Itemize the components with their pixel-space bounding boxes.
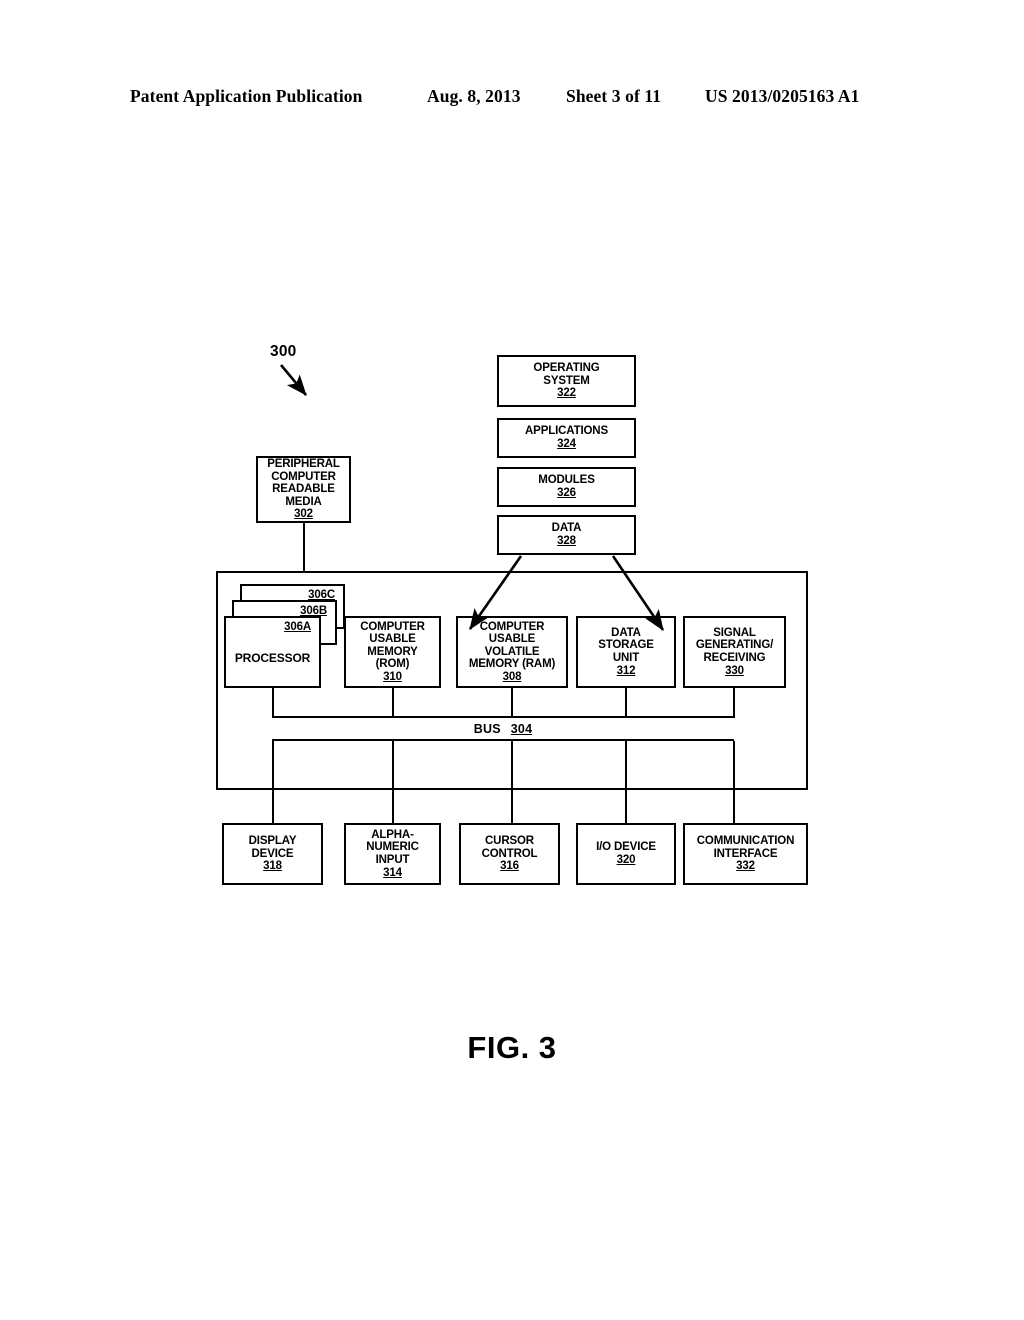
modules-line-1: MODULES	[538, 474, 595, 487]
signal-generating-receiving-box: SIGNAL GENERATING/ RECEIVING 330	[683, 616, 786, 688]
bus-to-display-device-connector	[272, 741, 274, 825]
alphanumeric-line-1: ALPHA-	[371, 828, 414, 841]
operating-system-ref-number: 322	[557, 387, 576, 400]
peripheral-to-system-connector	[303, 523, 305, 573]
communication-ref-number: 332	[736, 860, 755, 873]
rom-line-4: (ROM)	[375, 658, 410, 671]
peripheral-line-3: READABLE	[272, 483, 335, 496]
applications-line-1: APPLICATIONS	[525, 425, 608, 438]
communication-line-1: COMMUNICATION	[696, 835, 795, 848]
data-box: DATA 328	[497, 515, 636, 555]
modules-box: MODULES 326	[497, 467, 636, 507]
peripheral-line-2: COMPUTER	[271, 470, 336, 483]
communication-interface-box: COMMUNICATION INTERFACE 332	[683, 823, 808, 885]
peripheral-line-1: PERIPHERAL	[267, 458, 340, 471]
storage-to-bus-connector	[625, 688, 627, 718]
modules-ref-number: 326	[557, 487, 576, 499]
io-device-line-1: I/O DEVICE	[596, 841, 656, 854]
signal-line-3: RECEIVING	[703, 652, 766, 664]
peripheral-ref-number: 302	[294, 508, 313, 521]
applications-ref-number: 324	[557, 438, 576, 450]
cursor-control-box: CURSOR CONTROL 316	[459, 823, 560, 885]
peripheral-computer-readable-media-box: PERIPHERAL COMPUTER READABLE MEDIA 302	[256, 456, 351, 523]
rom-to-bus-connector	[392, 688, 394, 718]
system-bus: BUS 304	[272, 716, 734, 741]
alphanumeric-ref-number: 314	[383, 866, 402, 879]
bus-to-cursor-control-connector	[511, 741, 513, 825]
data-storage-unit-box: DATA STORAGE UNIT 312	[576, 616, 676, 688]
bus-to-communication-interface-connector	[733, 741, 735, 825]
cursor-ref-number: 316	[500, 860, 519, 873]
operating-system-line-1: OPERATING	[533, 362, 600, 375]
storage-line-1: DATA	[611, 626, 641, 639]
peripheral-line-4: MEDIA	[285, 495, 322, 508]
bus-label: BUS	[473, 721, 501, 736]
alphanumeric-input-box: ALPHA- NUMERIC INPUT 314	[344, 823, 441, 885]
operating-system-box: OPERATING SYSTEM 322	[497, 355, 636, 407]
signal-ref-number: 330	[725, 664, 744, 677]
cursor-line-1: CURSOR	[485, 835, 534, 848]
rom-line-1: COMPUTER	[360, 620, 425, 633]
data-ref-number: 328	[557, 535, 576, 547]
bus-to-io-device-connector	[625, 741, 627, 825]
ram-line-3: VOLATILE	[484, 645, 540, 658]
io-device-box: I/O DEVICE 320	[576, 823, 676, 885]
ram-line-2: USABLE	[488, 633, 536, 646]
processor-label: PROCESSOR	[234, 651, 311, 665]
signal-line-1: SIGNAL	[713, 626, 756, 639]
alphanumeric-line-3: INPUT	[375, 854, 410, 866]
alphanumeric-line-2: NUMERIC	[366, 841, 419, 854]
figure-3-diagram: 300 PERIPHERAL COMPUTER READABLE MEDIA 3…	[0, 0, 1024, 1320]
storage-line-2: STORAGE	[598, 639, 654, 652]
ram-ref-number: 308	[502, 670, 522, 683]
ram-line-4: MEMORY (RAM)	[468, 658, 556, 671]
operating-system-line-2: SYSTEM	[543, 374, 590, 387]
ram-to-bus-connector	[511, 688, 513, 718]
processor-ref-306a: 306A	[284, 621, 311, 633]
processor-to-bus-connector	[272, 688, 274, 718]
data-line-1: DATA	[551, 522, 582, 535]
system-callout-arrow	[280, 364, 307, 396]
communication-line-2: INTERFACE	[713, 847, 778, 860]
rom-ref-number: 310	[383, 670, 402, 683]
computer-usable-memory-rom-box: COMPUTER USABLE MEMORY (ROM) 310	[344, 616, 441, 688]
processor-card-306a: 306A PROCESSOR	[224, 616, 321, 688]
display-line-1: DISPLAY	[248, 835, 297, 848]
display-ref-number: 318	[263, 860, 282, 873]
display-line-2: DEVICE	[251, 847, 294, 860]
system-callout-label: 300	[270, 343, 297, 360]
bus-ref-number: 304	[510, 721, 533, 736]
display-device-box: DISPLAY DEVICE 318	[222, 823, 323, 885]
io-device-ref-number: 320	[616, 854, 636, 866]
applications-box: APPLICATIONS 324	[497, 418, 636, 458]
cursor-line-2: CONTROL	[481, 847, 538, 860]
signal-to-bus-connector	[733, 688, 735, 718]
bus-to-alphanumeric-input-connector	[392, 741, 394, 825]
figure-caption: FIG. 3	[467, 1030, 557, 1065]
ram-line-1: COMPUTER	[479, 620, 545, 633]
storage-line-3: UNIT	[612, 652, 640, 664]
rom-line-3: MEMORY	[367, 645, 418, 658]
storage-ref-number: 312	[616, 664, 636, 677]
rom-line-2: USABLE	[369, 633, 416, 646]
signal-line-2: GENERATING/	[695, 639, 774, 652]
computer-usable-volatile-memory-ram-box: COMPUTER USABLE VOLATILE MEMORY (RAM) 30…	[456, 616, 568, 688]
